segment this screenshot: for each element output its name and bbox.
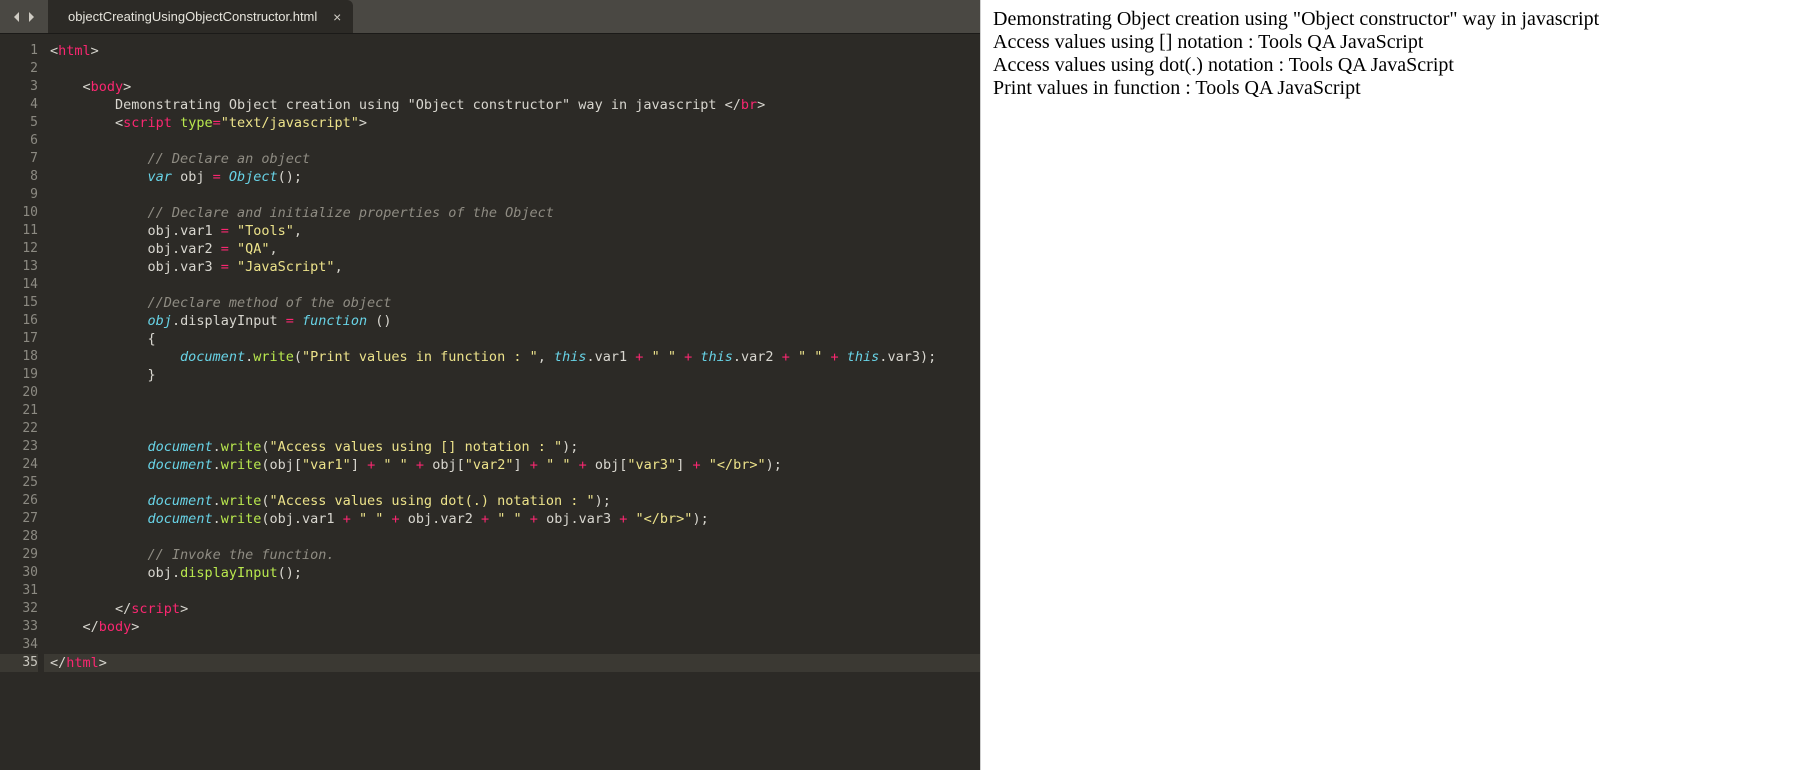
line-number: 25 (0, 474, 38, 492)
output-line: Print values in function : Tools QA Java… (993, 77, 1788, 100)
code-line[interactable] (44, 636, 980, 654)
code-line[interactable]: document.write("Access values using dot(… (44, 492, 980, 510)
code-line[interactable]: <html> (44, 42, 980, 60)
code-line[interactable]: // Declare and initialize properties of … (44, 204, 980, 222)
editor-pane: objectCreatingUsingObjectConstructor.htm… (0, 0, 980, 770)
code-line[interactable] (44, 582, 980, 600)
line-number: 29 (0, 546, 38, 564)
tab-bar-rest (353, 0, 980, 33)
line-number: 18 (0, 348, 38, 366)
code-line[interactable]: Demonstrating Object creation using "Obj… (44, 96, 980, 114)
code-line[interactable]: var obj = Object(); (44, 168, 980, 186)
code-line[interactable]: obj.var3 = "JavaScript", (44, 258, 980, 276)
code-line[interactable] (44, 132, 980, 150)
line-number: 12 (0, 240, 38, 258)
code-line[interactable] (44, 186, 980, 204)
line-number: 13 (0, 258, 38, 276)
line-gutter: 1234567891011121314151617181920212223242… (0, 34, 44, 770)
line-number: 16 (0, 312, 38, 330)
output-line: Demonstrating Object creation using "Obj… (993, 8, 1788, 31)
code-line[interactable] (44, 420, 980, 438)
line-number: 35 (0, 654, 38, 672)
line-number: 3 (0, 78, 38, 96)
line-number: 17 (0, 330, 38, 348)
code-line[interactable]: <body> (44, 78, 980, 96)
line-number: 15 (0, 294, 38, 312)
code-line[interactable]: obj.displayInput(); (44, 564, 980, 582)
code-content[interactable]: <html> <body> Demonstrating Object creat… (44, 34, 980, 770)
line-number: 28 (0, 528, 38, 546)
line-number: 10 (0, 204, 38, 222)
back-icon (12, 12, 22, 22)
code-line[interactable]: obj.displayInput = function () (44, 312, 980, 330)
output-line: Access values using [] notation : Tools … (993, 31, 1788, 54)
line-number: 32 (0, 600, 38, 618)
line-number: 23 (0, 438, 38, 456)
code-line[interactable] (44, 60, 980, 78)
code-line[interactable] (44, 276, 980, 294)
code-line[interactable] (44, 402, 980, 420)
code-line[interactable]: obj.var1 = "Tools", (44, 222, 980, 240)
code-line[interactable]: </script> (44, 600, 980, 618)
code-line[interactable] (44, 474, 980, 492)
active-tab[interactable]: objectCreatingUsingObjectConstructor.htm… (48, 0, 353, 33)
output-line: Access values using dot(.) notation : To… (993, 54, 1788, 77)
code-area[interactable]: 1234567891011121314151617181920212223242… (0, 34, 980, 770)
tab-bar: objectCreatingUsingObjectConstructor.htm… (0, 0, 980, 34)
close-icon[interactable]: × (333, 9, 341, 25)
code-line[interactable]: obj.var2 = "QA", (44, 240, 980, 258)
line-number: 19 (0, 366, 38, 384)
line-number: 8 (0, 168, 38, 186)
line-number: 5 (0, 114, 38, 132)
code-line[interactable]: document.write("Access values using [] n… (44, 438, 980, 456)
code-line[interactable]: document.write(obj.var1 + " " + obj.var2… (44, 510, 980, 528)
line-number: 21 (0, 402, 38, 420)
tab-title: objectCreatingUsingObjectConstructor.htm… (68, 9, 317, 24)
code-line[interactable]: // Invoke the function. (44, 546, 980, 564)
line-number: 1 (0, 42, 38, 60)
code-line[interactable]: } (44, 366, 980, 384)
code-line[interactable] (44, 384, 980, 402)
line-number: 2 (0, 60, 38, 78)
line-number: 27 (0, 510, 38, 528)
code-line[interactable]: document.write(obj["var1"] + " " + obj["… (44, 456, 980, 474)
line-number: 31 (0, 582, 38, 600)
line-number: 11 (0, 222, 38, 240)
line-number: 6 (0, 132, 38, 150)
browser-output: Demonstrating Object creation using "Obj… (980, 0, 1800, 770)
code-line[interactable]: // Declare an object (44, 150, 980, 168)
code-line[interactable]: //Declare method of the object (44, 294, 980, 312)
code-line[interactable] (44, 528, 980, 546)
code-line[interactable]: { (44, 330, 980, 348)
line-number: 34 (0, 636, 38, 654)
line-number: 9 (0, 186, 38, 204)
line-number: 33 (0, 618, 38, 636)
forward-icon (26, 12, 36, 22)
line-number: 26 (0, 492, 38, 510)
line-number: 22 (0, 420, 38, 438)
line-number: 20 (0, 384, 38, 402)
line-number: 7 (0, 150, 38, 168)
line-number: 24 (0, 456, 38, 474)
code-line[interactable]: </html> (44, 654, 980, 672)
code-line[interactable]: </body> (44, 618, 980, 636)
code-line[interactable]: <script type="text/javascript"> (44, 114, 980, 132)
line-number: 30 (0, 564, 38, 582)
line-number: 14 (0, 276, 38, 294)
code-line[interactable]: document.write("Print values in function… (44, 348, 980, 366)
line-number: 4 (0, 96, 38, 114)
nav-arrows[interactable] (0, 0, 48, 33)
